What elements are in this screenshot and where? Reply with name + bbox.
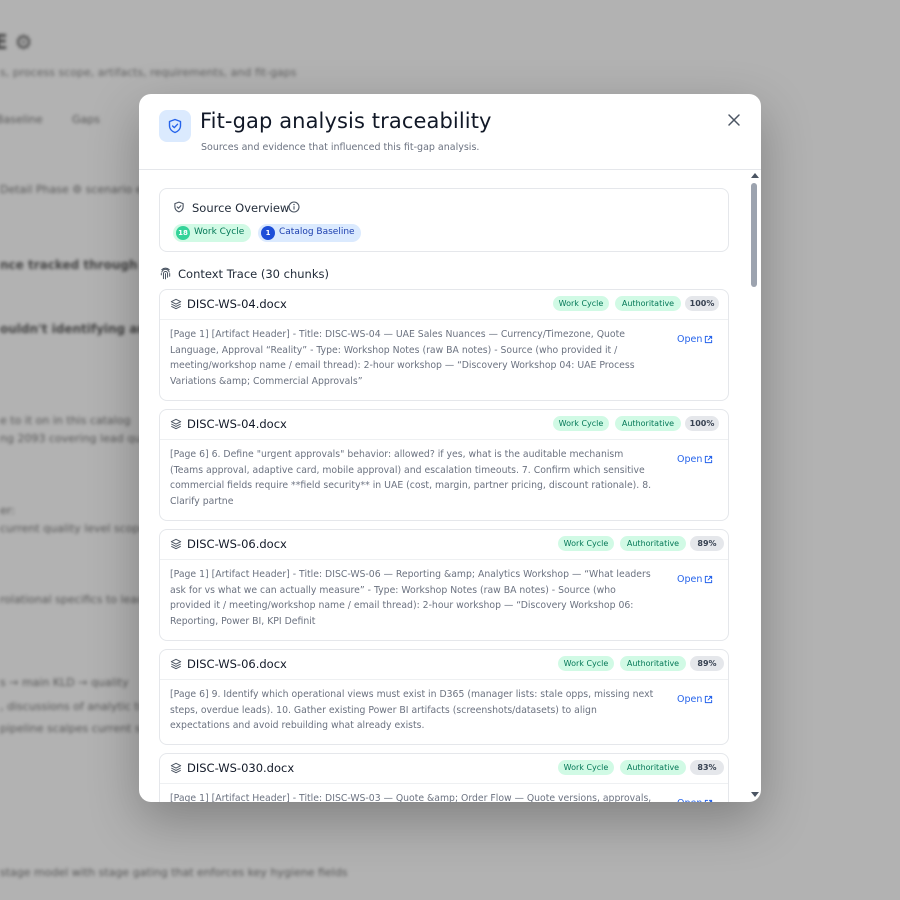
trace-chunk-card: DISC-WS-030.docx Work Cycle Authoritativ… xyxy=(159,753,729,802)
trace-chunk-card: DISC-WS-04.docx Work Cycle Authoritative… xyxy=(159,409,729,521)
traceability-dialog: Fit-gap analysis traceability Sources an… xyxy=(139,94,761,802)
source-chip-catalog-baseline: 1 Catalog Baseline xyxy=(258,224,361,242)
open-source-link[interactable]: Open xyxy=(677,798,713,802)
source-badge: Work Cycle xyxy=(558,536,614,551)
relevance-score-badge: 100% xyxy=(685,296,719,311)
relevance-score-badge: 89% xyxy=(690,536,724,551)
trace-chunk-card: DISC-WS-06.docx Work Cycle Authoritative… xyxy=(159,649,729,745)
open-link-label: Open xyxy=(677,334,703,345)
trace-file-name: DISC-WS-04.docx xyxy=(187,417,287,431)
trace-chunk-excerpt: [Page 1] [Artifact Header] - Title: DISC… xyxy=(170,329,635,388)
trace-chunk-excerpt: [Page 1] [Artifact Header] - Title: DISC… xyxy=(170,569,651,628)
source-overview-panel: Source Overview 18 Work Cycle 1 Catalog … xyxy=(159,188,729,252)
trace-chunk-excerpt: [Page 1] [Artifact Header] - Title: DISC… xyxy=(170,793,652,802)
source-badge: Work Cycle xyxy=(558,760,614,775)
close-button[interactable] xyxy=(725,111,743,129)
open-source-link[interactable]: Open xyxy=(677,574,713,585)
trace-chunk-header: DISC-WS-06.docx Work Cycle Authoritative… xyxy=(160,650,728,680)
trace-chunk-excerpt: [Page 6] 9. Identify which operational v… xyxy=(170,689,654,732)
open-link-label: Open xyxy=(677,798,702,802)
trace-file-name: DISC-WS-04.docx xyxy=(187,297,287,311)
source-chip-work-cycle: 18 Work Cycle xyxy=(173,224,251,242)
relevance-score-badge: 100% xyxy=(685,416,719,431)
trace-file-name: DISC-WS-030.docx xyxy=(187,761,295,775)
dialog-body: Source Overview 18 Work Cycle 1 Catalog … xyxy=(139,170,761,802)
source-chip-label: Work Cycle xyxy=(194,227,245,237)
authority-badge: Authoritative xyxy=(620,536,686,551)
close-icon xyxy=(728,114,740,126)
layers-icon xyxy=(170,418,182,430)
relevance-score-badge: 83% xyxy=(690,760,724,775)
open-link-label: Open xyxy=(677,454,703,465)
layers-icon xyxy=(170,762,182,774)
external-link-icon xyxy=(704,695,713,704)
scroll-down-arrow-icon[interactable] xyxy=(751,792,759,798)
fingerprint-icon xyxy=(160,267,171,280)
layers-icon xyxy=(170,298,182,310)
trace-chunk-header: DISC-WS-06.docx Work Cycle Authoritative… xyxy=(160,530,728,560)
trace-chunk-header: DISC-WS-04.docx Work Cycle Authoritative… xyxy=(160,410,728,440)
source-overview-title: Source Overview xyxy=(192,201,290,215)
trace-file-name: DISC-WS-06.docx xyxy=(187,537,287,551)
source-chip-label: Catalog Baseline xyxy=(279,227,355,237)
authority-badge: Authoritative xyxy=(615,416,681,431)
dialog-title: Fit-gap analysis traceability xyxy=(200,109,492,133)
external-link-icon xyxy=(704,455,713,464)
open-source-link[interactable]: Open xyxy=(677,694,713,705)
source-badge: Work Cycle xyxy=(553,296,609,311)
source-badge: Work Cycle xyxy=(558,656,614,671)
trace-chunk-card: DISC-WS-04.docx Work Cycle Authoritative… xyxy=(159,289,729,401)
external-link-icon xyxy=(704,335,713,344)
source-badge: Work Cycle xyxy=(553,416,609,431)
dialog-header: Fit-gap analysis traceability Sources an… xyxy=(139,94,761,170)
trace-chunk-header: DISC-WS-030.docx Work Cycle Authoritativ… xyxy=(160,754,728,784)
external-link-icon xyxy=(704,799,713,802)
source-chip-count: 18 xyxy=(176,226,190,240)
authority-badge: Authoritative xyxy=(620,656,686,671)
source-chip-count: 1 xyxy=(261,226,275,240)
trace-chunk-header: DISC-WS-04.docx Work Cycle Authoritative… xyxy=(160,290,728,320)
trace-chunk-excerpt: [Page 6] 6. Define "urgent approvals" be… xyxy=(170,449,652,508)
open-link-label: Open xyxy=(677,694,703,705)
context-trace-title: Context Trace (30 chunks) xyxy=(178,267,329,281)
layers-icon xyxy=(170,658,182,670)
open-source-link[interactable]: Open xyxy=(677,334,713,345)
shield-check-icon xyxy=(174,201,184,213)
relevance-score-badge: 89% xyxy=(690,656,724,671)
scrollbar-thumb[interactable] xyxy=(751,183,757,287)
dialog-subtitle: Sources and evidence that influenced thi… xyxy=(201,142,480,153)
open-link-label: Open xyxy=(677,574,703,585)
layers-icon xyxy=(170,538,182,550)
scroll-up-arrow-icon[interactable] xyxy=(751,172,759,178)
authority-badge: Authoritative xyxy=(615,296,681,311)
authority-badge: Authoritative xyxy=(620,760,686,775)
shield-icon xyxy=(159,110,191,142)
trace-file-name: DISC-WS-06.docx xyxy=(187,657,287,671)
trace-chunk-card: DISC-WS-06.docx Work Cycle Authoritative… xyxy=(159,529,729,641)
external-link-icon xyxy=(704,575,713,584)
open-source-link[interactable]: Open xyxy=(677,454,713,465)
info-icon[interactable] xyxy=(288,201,300,213)
